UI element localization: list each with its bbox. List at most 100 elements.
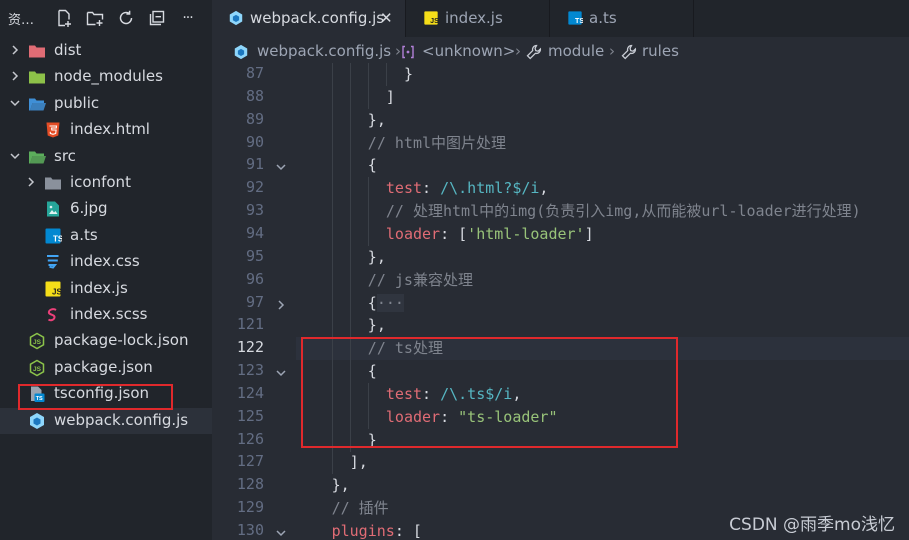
- chevron-down-icon[interactable]: [8, 149, 22, 163]
- collapse-all-icon[interactable]: [141, 6, 172, 30]
- chevron-right-icon[interactable]: [8, 43, 22, 57]
- line-number: 88: [245, 86, 264, 105]
- chevron-right-icon[interactable]: [8, 69, 22, 83]
- close-icon[interactable]: ✕: [380, 9, 393, 27]
- js-file-icon: JS: [44, 280, 62, 298]
- indent-guide: [331, 314, 333, 338]
- code-line[interactable]: },: [296, 314, 386, 337]
- code-line[interactable]: loader: ['html-loader']: [296, 223, 594, 246]
- chevron-right-icon[interactable]: [24, 175, 38, 189]
- code-line[interactable]: // 插件: [296, 497, 389, 520]
- fold-chevron-down-icon[interactable]: [274, 525, 288, 539]
- tree-item-a-ts[interactable]: TS a.ts: [0, 223, 212, 249]
- indent-guide: [331, 85, 333, 109]
- indent-guide: [349, 63, 351, 86]
- tab-label: webpack.config.js: [250, 9, 385, 27]
- code-view[interactable]: }]}, // html中图片处理 {test: /\.html?$/i, // 处理…: [296, 60, 909, 540]
- explorer-header: 资… ···: [0, 0, 212, 36]
- code-token: ]: [584, 224, 594, 243]
- tree-item-node-modules[interactable]: node_modules: [0, 64, 212, 90]
- fold-chevron-right-icon[interactable]: [274, 297, 288, 311]
- indent-guide: [349, 108, 351, 132]
- tree-item-index-js[interactable]: JS index.js: [0, 276, 212, 302]
- tab-index-js[interactable]: JS index.js: [407, 0, 550, 37]
- svg-text:JS: JS: [33, 339, 42, 346]
- line-number: 95: [245, 246, 264, 265]
- line-number: 122: [236, 338, 264, 357]
- code-token: :: [422, 179, 441, 198]
- indent-guide: [367, 177, 369, 201]
- code-token: ]: [385, 87, 395, 106]
- tree-item-public[interactable]: public: [0, 91, 212, 117]
- code-token: /\.html?$/i: [440, 179, 540, 198]
- breadcrumb-item-module[interactable]: module: [548, 42, 604, 60]
- new-folder-icon[interactable]: [79, 6, 110, 30]
- code-token: }: [404, 65, 414, 83]
- line-number: 123: [236, 361, 264, 380]
- indent-guide: [385, 63, 387, 86]
- code-line[interactable]: // 处理html中的img(负责引入img,从而能被url-loader进行处…: [296, 200, 861, 223]
- annotation-box-tsconfig: [18, 384, 173, 410]
- tree-item-label: index.css: [70, 252, 140, 271]
- tree-item-label: iconfont: [70, 173, 131, 191]
- new-file-icon[interactable]: [48, 6, 79, 30]
- folder-icon: [28, 68, 46, 86]
- image-file-icon: [44, 200, 62, 218]
- code-line[interactable]: },: [296, 246, 386, 269]
- breadcrumb-item-webpack-config-js[interactable]: webpack.config.js: [257, 42, 391, 60]
- code-line[interactable]: }: [296, 63, 413, 86]
- code-token: },: [367, 316, 386, 335]
- scss-file-icon: [44, 306, 62, 324]
- tree-item-index-html[interactable]: index.html: [0, 117, 212, 143]
- line-number: 126: [236, 429, 264, 448]
- svg-text:TS: TS: [53, 234, 62, 243]
- code-line[interactable]: plugins: [: [296, 520, 422, 540]
- code-token: : [: [394, 522, 422, 540]
- tree-item-6-jpg[interactable]: 6.jpg: [0, 196, 212, 222]
- tree-item-index-css[interactable]: index.css: [0, 249, 212, 275]
- tab-a-ts[interactable]: TS a.ts: [551, 0, 694, 37]
- tree-item-package-lock-json[interactable]: JS package-lock.json: [0, 328, 212, 354]
- folded-region-marker[interactable]: ···: [376, 293, 404, 312]
- tree-item-label: a.ts: [70, 225, 98, 244]
- code-line[interactable]: // js兼容处理: [296, 269, 473, 292]
- line-number: 87: [245, 64, 264, 82]
- code-line[interactable]: // html中图片处理: [296, 132, 506, 155]
- breadcrumb-item-rules[interactable]: rules: [642, 42, 679, 60]
- code-line[interactable]: ]: [296, 86, 395, 109]
- code-line[interactable]: test: /\.html?$/i,: [296, 177, 549, 200]
- code-token: plugins: [331, 522, 395, 540]
- line-number: 129: [236, 498, 264, 517]
- tree-item-webpack-config-js[interactable]: webpack.config.js: [0, 407, 212, 434]
- tree-item-iconfont[interactable]: iconfont: [0, 170, 212, 196]
- tab-label: a.ts: [589, 9, 617, 27]
- svg-text:JS: JS: [33, 366, 42, 373]
- indent-guide: [349, 200, 351, 224]
- code-token: test: [385, 179, 423, 198]
- code-token: 'html-loader': [467, 224, 585, 243]
- code-line[interactable]: },: [296, 109, 386, 132]
- refresh-icon[interactable]: [110, 6, 141, 30]
- indent-guide: [349, 85, 351, 109]
- code-line[interactable]: {: [296, 154, 377, 177]
- js-icon: JS: [423, 10, 439, 26]
- indent-guide: [331, 131, 333, 155]
- indent-guide: [331, 291, 333, 315]
- code-token: ],: [349, 453, 368, 472]
- watermark: CSDN @雨季mo浅忆: [729, 515, 895, 535]
- tree-item-index-scss[interactable]: index.scss: [0, 302, 212, 328]
- tab-webpack-config-js[interactable]: webpack.config.js ✕: [212, 0, 406, 37]
- tree-item-package-json[interactable]: JS package.json: [0, 355, 212, 381]
- more-icon[interactable]: ···: [172, 6, 203, 30]
- tree-item-dist[interactable]: dist: [0, 38, 212, 64]
- indent-guide: [349, 291, 351, 315]
- code-line[interactable]: },: [296, 474, 350, 497]
- fold-chevron-down-icon[interactable]: [274, 159, 288, 173]
- tree-item-src[interactable]: src: [0, 144, 212, 170]
- chevron-down-icon[interactable]: [8, 96, 22, 110]
- fold-chevron-down-icon[interactable]: [274, 365, 288, 379]
- breadcrumb-item-unknown[interactable]: <unknown>: [422, 42, 515, 60]
- ts-file-icon: TS: [44, 227, 64, 245]
- code-token: loader: [385, 224, 441, 243]
- tree-item-label: dist: [54, 41, 82, 59]
